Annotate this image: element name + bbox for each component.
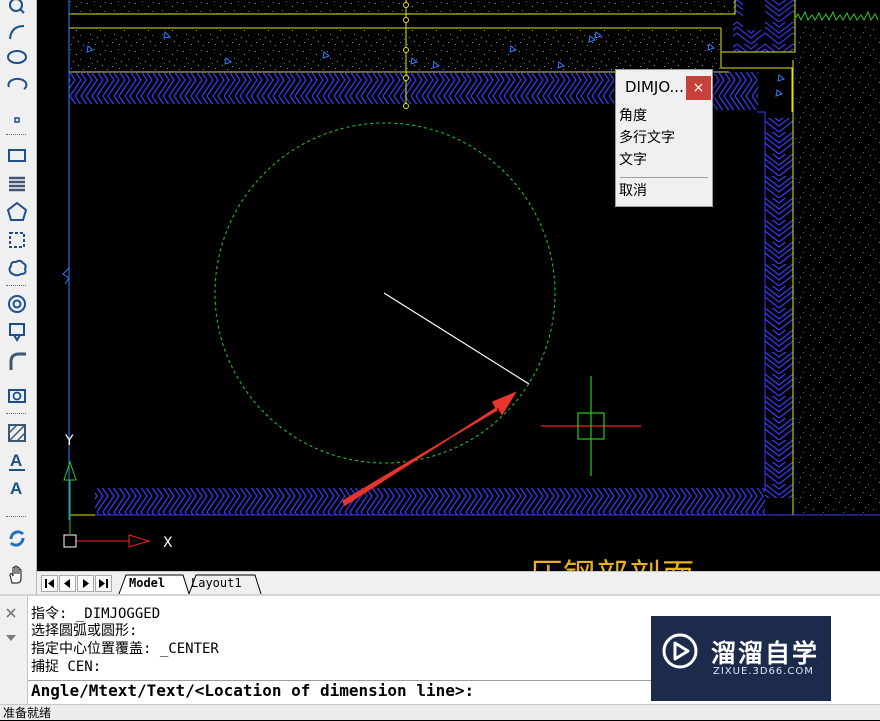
wall-hatch-right: [765, 118, 793, 498]
prev-tab-icon[interactable]: [59, 575, 76, 592]
command-window-gutter: [0, 596, 28, 706]
ellipse-icon[interactable]: [4, 45, 30, 69]
wall-hatch-top-right: [710, 72, 758, 110]
watermark-brand: 溜溜自学: [711, 639, 820, 668]
pan-hand-icon[interactable]: [4, 562, 30, 586]
toolbar-separator: [6, 516, 26, 517]
ucs-x-label: X: [163, 535, 173, 551]
menu-item-mtext[interactable]: 多行文字: [619, 128, 709, 149]
layout-tab-bar: Model Layout1: [37, 571, 880, 595]
menu-separator: [620, 177, 708, 178]
drawing-canvas[interactable]: Y X ·压钢部剖面: [37, 0, 880, 571]
last-tab-icon[interactable]: [95, 575, 112, 592]
soil-area: [794, 25, 880, 515]
polygon-icon[interactable]: [4, 200, 30, 224]
watermark-url: ZIXUE.3D66.COM: [713, 666, 814, 677]
next-tab-icon[interactable]: [77, 575, 94, 592]
zoom-icon[interactable]: [4, 0, 30, 18]
revision-cloud-icon[interactable]: [4, 256, 30, 280]
point-icon[interactable]: [4, 108, 30, 132]
wall-hatch-bottom: [95, 488, 765, 515]
menu-item-angle[interactable]: 角度: [619, 106, 709, 127]
ucs-y-label: Y: [64, 433, 74, 449]
first-tab-icon[interactable]: [41, 575, 58, 592]
hatch-icon[interactable]: [4, 421, 30, 445]
watermark-logo: 溜溜自学 ZIXUE.3D66.COM: [651, 616, 831, 701]
context-menu-title: DIMJO...: [625, 78, 684, 96]
menu-item-text[interactable]: 文字: [619, 150, 709, 171]
svg-text:A: A: [10, 451, 22, 470]
arc-icon[interactable]: [4, 20, 30, 44]
toolbar-separator: [6, 134, 26, 135]
command-history-line: 选择圆弧或圆形:: [31, 623, 138, 639]
refresh-icon[interactable]: [4, 526, 30, 550]
grass-line: [793, 10, 879, 22]
rectangle-icon[interactable]: [4, 143, 30, 167]
toolbar-separator: [6, 285, 26, 286]
command-input[interactable]: Angle/Mtext/Text/<Location of dimension …: [28, 680, 663, 701]
draw-toolbar: A A: [0, 0, 37, 600]
close-icon[interactable]: [5, 604, 17, 623]
svg-text:A: A: [10, 479, 22, 498]
status-bar: 准备就绪: [0, 704, 880, 720]
play-logo-icon: [662, 633, 698, 669]
text-icon[interactable]: A: [4, 476, 30, 500]
spline-icon[interactable]: [4, 172, 30, 196]
radius-line: [383, 292, 530, 385]
region-icon[interactable]: [4, 228, 30, 252]
drawing-svg: Y X: [62, 0, 880, 551]
block-insert-icon[interactable]: [4, 320, 30, 344]
tab-model[interactable]: Model: [129, 574, 165, 593]
drawing-title-text: ·压钢部剖面: [519, 550, 695, 571]
chevron-down-icon[interactable]: [5, 628, 17, 647]
command-history-line: 指定中心位置覆盖: _CENTER: [31, 641, 219, 657]
mtext-icon[interactable]: A: [4, 449, 30, 473]
tab-layout1[interactable]: Layout1: [191, 574, 242, 593]
fillet-icon[interactable]: [4, 349, 30, 373]
wall-hatch-top: [69, 72, 614, 104]
dimjogged-context-menu: DIMJO... × 角度 多行文字 文字 取消: [615, 69, 713, 207]
concrete-top-band: [69, 0, 729, 14]
toolbar-separator: [6, 413, 26, 414]
donut-icon[interactable]: [4, 292, 30, 316]
table-icon[interactable]: [4, 384, 30, 408]
ellipse-arc-icon[interactable]: [4, 73, 30, 97]
close-icon[interactable]: ×: [686, 76, 711, 100]
menu-item-cancel[interactable]: 取消: [619, 181, 709, 202]
command-history-line: 捕捉 CEN:: [31, 659, 102, 675]
concrete-layer: [69, 28, 721, 72]
command-history-line: 指令: _DIMJOGGED: [31, 606, 161, 622]
